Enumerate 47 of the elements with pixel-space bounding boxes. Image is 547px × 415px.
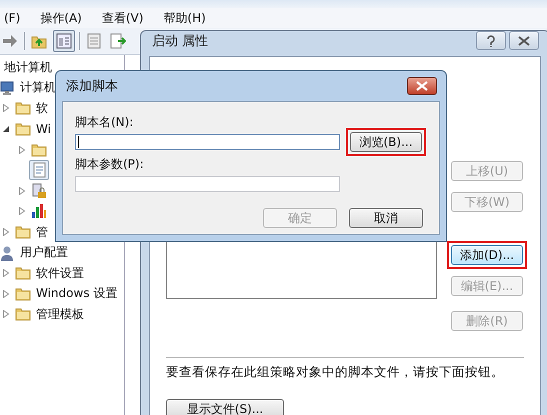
input-field[interactable] <box>75 134 340 150</box>
tree-item[interactable]: 软件设置 <box>36 264 84 282</box>
window-title: 启动 属性 <box>152 32 208 50</box>
field-label: 脚本名(N): <box>75 114 134 130</box>
forward-arrow-icon[interactable] <box>2 33 18 49</box>
field-label: 脚本参数(P): <box>75 156 145 172</box>
instruction-text: 要查看保存在此组策略对象中的脚本文件，请按下面按钮。 <box>166 364 505 381</box>
folder-icon <box>15 286 31 302</box>
properties-icon[interactable] <box>86 33 102 49</box>
help-icon <box>486 34 496 46</box>
menu-item[interactable]: 操作(A) <box>38 10 84 26</box>
folder-icon <box>15 306 31 322</box>
lock-icon <box>31 182 47 199</box>
folder-icon <box>31 142 47 158</box>
folder-icon <box>15 100 31 116</box>
show-files-button[interactable]: 显示文件(S)... <box>166 399 284 415</box>
selected-tree-item[interactable] <box>29 160 49 180</box>
console-tree-icon[interactable] <box>56 33 72 49</box>
menu-item[interactable]: 查看(V) <box>100 10 146 26</box>
tree-item[interactable]: 软 <box>36 100 48 117</box>
input-field[interactable] <box>75 176 340 192</box>
menu-item[interactable]: 帮助(H) <box>161 10 208 26</box>
script-icon <box>31 162 47 178</box>
browse-button[interactable]: 浏览(B)... <box>350 132 422 152</box>
folder-icon <box>15 121 31 138</box>
close-button[interactable] <box>407 77 437 95</box>
side-button[interactable]: 添加(D)... <box>451 245 523 265</box>
tree-item[interactable]: Wi <box>36 122 51 136</box>
help-button[interactable] <box>476 31 506 50</box>
export-list-icon[interactable] <box>110 33 126 49</box>
tree-item[interactable]: 用户配置 <box>20 244 68 262</box>
folder-icon <box>15 265 31 282</box>
close-icon <box>518 36 530 46</box>
close-button[interactable] <box>509 31 539 50</box>
dialog-title: 添加脚本 <box>66 78 118 95</box>
tree-item[interactable]: 计算机 <box>20 79 56 96</box>
folder-icon <box>15 224 31 240</box>
bar-chart-icon <box>31 203 47 220</box>
computer-icon <box>0 80 15 96</box>
tree-item[interactable]: 地计算机 <box>4 58 52 76</box>
user-icon <box>0 244 15 261</box>
menu-item[interactable]: (F) <box>2 11 22 25</box>
tree-item[interactable]: Windows 设置 <box>36 285 118 302</box>
tree-item[interactable]: 管理模板 <box>36 306 84 323</box>
close-icon <box>416 81 428 91</box>
cancel-button[interactable]: 取消 <box>349 208 423 228</box>
tree-item[interactable]: 管 <box>36 224 48 241</box>
